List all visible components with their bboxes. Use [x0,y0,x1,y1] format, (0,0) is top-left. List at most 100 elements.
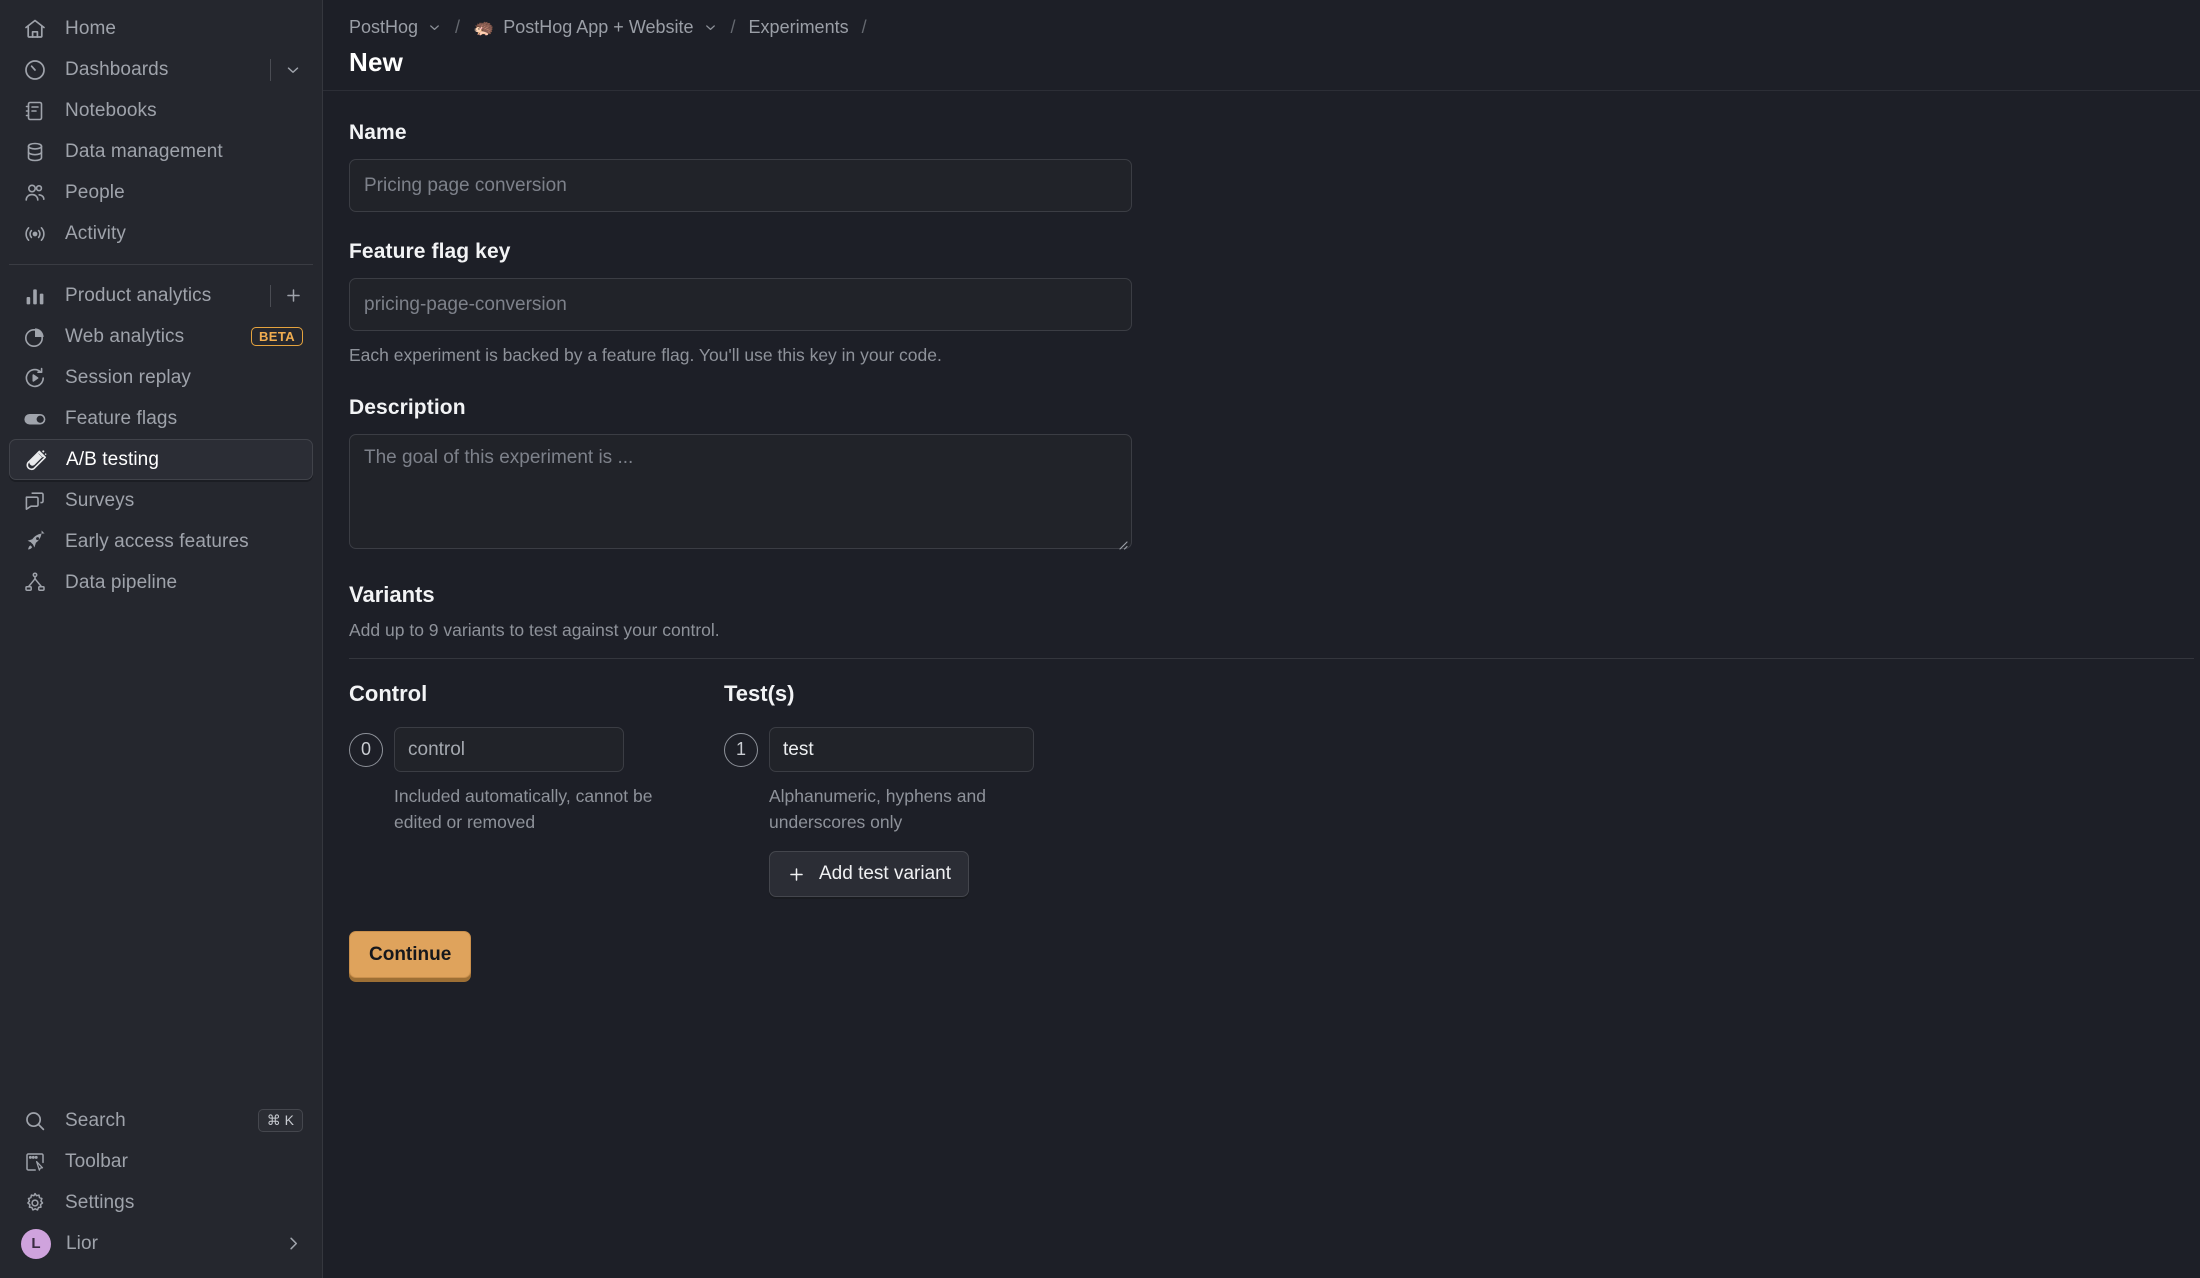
sidebar-item-ab-testing[interactable]: A/B testing [9,439,313,480]
sidebar-item-activity[interactable]: Activity [9,213,313,254]
tests-title: Test(s) [724,681,795,707]
feature-flag-key-label: Feature flag key [349,240,511,263]
sidebar-item-label: Settings [65,1191,135,1213]
sidebar-item-people[interactable]: People [9,172,313,213]
sidebar-item-label: People [65,181,125,203]
add-test-variant-label: Add test variant [819,863,952,885]
pipeline-icon [21,569,48,596]
name-field-group: Name [349,121,2172,212]
sidebar-item-label: Product analytics [65,284,212,306]
app-root: Home Dashboards Notebooks Data managemen… [0,0,2200,1278]
sidebar-item-label: Toolbar [65,1150,129,1172]
rocket-icon [21,528,48,555]
sidebar-item-label: Data pipeline [65,571,178,593]
sidebar: Home Dashboards Notebooks Data managemen… [0,0,323,1278]
sidebar-item-label: Home [65,17,117,39]
sidebar-item-settings[interactable]: Settings [9,1182,313,1223]
pie-chart-icon [21,323,48,350]
sidebar-item-toolbar[interactable]: Toolbar [9,1141,313,1182]
test-variant-row: 1 [724,727,1144,773]
control-variant-row: 0 [349,727,724,773]
variants-section: Variants Add up to 9 variants to test ag… [349,582,2194,898]
plus-icon[interactable] [283,286,303,306]
description-textarea[interactable] [349,434,1132,550]
variants-divider [349,658,2194,660]
variants-columns: Control 0 Included automatically, cannot… [349,681,2172,898]
breadcrumb-project[interactable]: 🦔 PostHog App + Website [473,17,717,38]
continue-button[interactable]: Continue [349,931,472,979]
sidebar-item-data-pipeline[interactable]: Data pipeline [9,562,313,603]
name-label: Name [349,121,407,144]
divider [270,284,271,307]
sidebar-item-label: Surveys [65,489,135,511]
sidebar-item-session-replay[interactable]: Session replay [9,357,313,398]
gear-icon [21,1189,48,1216]
search-icon [21,1107,48,1134]
sidebar-item-label: Data management [65,140,223,162]
gauge-icon [21,56,48,83]
sidebar-item-web-analytics[interactable]: Web analytics BETA [9,316,313,357]
sidebar-item-label: Activity [65,222,126,244]
breadcrumb-section[interactable]: Experiments [749,17,849,38]
sidebar-item-surveys[interactable]: Surveys [9,480,313,521]
database-icon [21,138,48,165]
sidebar-item-label: Early access features [65,530,249,552]
sidebar-bottom-group: Search ⌘ K Toolbar Settings L Lior [0,1100,322,1278]
main-area: PostHog / 🦔 PostHog App + Website / Expe… [323,0,2200,1278]
control-column: Control 0 Included automatically, cannot… [349,681,724,897]
description-label: Description [349,396,466,420]
sidebar-item-notebooks[interactable]: Notebooks [9,90,313,131]
chevron-down-icon[interactable] [283,60,303,80]
description-field-group: Description [349,396,2172,554]
sidebar-item-early-access-features[interactable]: Early access features [9,521,313,562]
variants-subtitle: Add up to 9 variants to test against you… [349,620,720,641]
experiment-form: Name Feature flag key Each experiment is… [323,91,2200,979]
feature-flag-key-field-group: Feature flag key Each experiment is back… [349,240,2172,368]
people-icon [21,179,48,206]
chevron-right-icon[interactable] [283,1234,303,1254]
breadcrumb-project-label: PostHog App + Website [503,16,694,37]
breadcrumb-org-label: PostHog [349,16,419,37]
breadcrumb-org[interactable]: PostHog [349,17,442,38]
sidebar-item-label: A/B testing [66,448,159,470]
control-variant-help: Included automatically, cannot be edited… [394,786,653,832]
play-circle-icon [21,364,48,391]
sidebar-item-product-analytics[interactable]: Product analytics [9,275,313,316]
chevron-down-icon[interactable] [427,20,442,35]
sidebar-item-feature-flags[interactable]: Feature flags [9,398,313,439]
chevron-down-icon[interactable] [703,20,718,35]
divider [270,58,271,81]
toggle-icon [21,405,48,432]
home-icon [21,15,48,42]
sidebar-primary-group: Home Dashboards Notebooks Data managemen… [0,8,322,254]
sidebar-item-dashboards[interactable]: Dashboards [9,49,313,90]
variants-title: Variants [349,582,435,608]
test-variant-input[interactable] [769,727,1034,773]
sidebar-item-label: Feature flags [65,407,178,429]
sidebar-item-home[interactable]: Home [9,8,313,49]
search-shortcut-badge: ⌘ K [257,1108,303,1133]
page-title: New [349,47,404,77]
sidebar-item-data-management[interactable]: Data management [9,131,313,172]
plus-icon [787,865,806,884]
activity-icon [21,220,48,247]
feature-flag-key-input[interactable] [349,278,1132,331]
control-variant-index: 0 [349,732,383,767]
sidebar-item-label: Notebooks [65,99,157,121]
sidebar-item-label: Session replay [65,366,192,388]
description-textarea-wrapper [349,434,1132,554]
sidebar-item-label: Dashboards [65,58,169,80]
control-variant-input [394,727,624,773]
feature-flag-key-help: Each experiment is backed by a feature f… [349,345,942,365]
sidebar-item-search[interactable]: Search ⌘ K [9,1100,313,1141]
breadcrumb: PostHog / 🦔 PostHog App + Website / Expe… [349,14,2172,40]
tests-column: Test(s) 1 Alphanumeric, hyphens and unde… [724,681,1144,898]
sidebar-user-menu[interactable]: L Lior [9,1223,313,1264]
bar-chart-icon [21,282,48,309]
name-input[interactable] [349,159,1132,212]
topbar: PostHog / 🦔 PostHog App + Website / Expe… [323,0,2200,91]
breadcrumb-separator: / [861,16,867,37]
control-title: Control [349,681,428,707]
sidebar-item-label: Search [65,1109,126,1131]
add-test-variant-button[interactable]: Add test variant [769,851,970,898]
